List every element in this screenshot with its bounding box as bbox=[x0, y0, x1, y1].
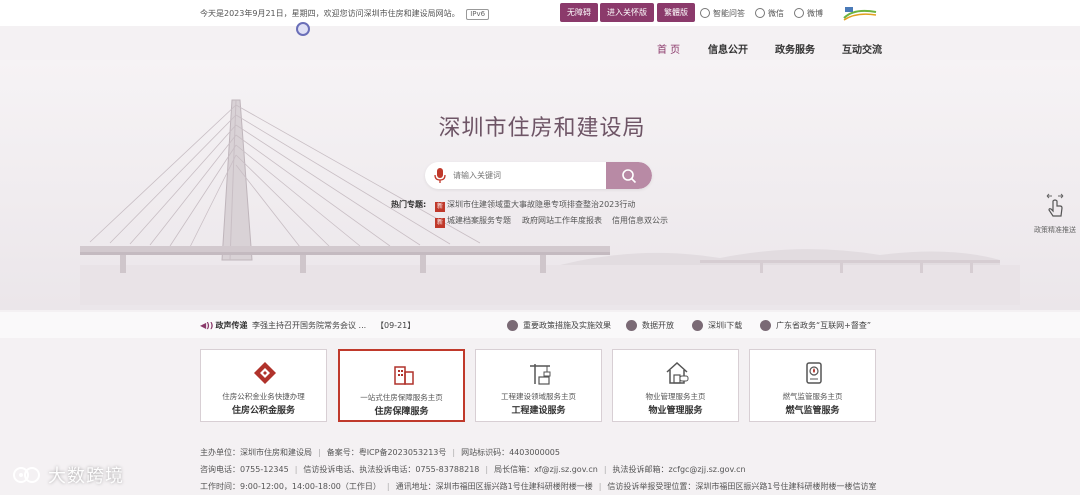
weibo-icon bbox=[794, 8, 804, 18]
card-subtitle: 燃气监管服务主页 bbox=[782, 392, 843, 401]
footer-icp[interactable]: 备案号：粤ICP备2023053213号 bbox=[327, 448, 447, 457]
card-title: 住房保障服务 bbox=[374, 407, 429, 417]
card-subtitle: 工程建设领域服务主页 bbox=[501, 392, 576, 401]
watermark: 大数跨境 bbox=[12, 462, 124, 488]
footer-line-1: 主办单位：深圳市住房和建设局 | 备案号：粤ICP备2023053213号 | 网站标识… bbox=[200, 448, 560, 457]
new-tag-icon: 新 bbox=[435, 218, 445, 228]
microphone-icon[interactable] bbox=[433, 167, 447, 184]
quick-link-label: 重要政策措施及实施效果 bbox=[523, 321, 611, 330]
page: 今天是2023年9月21日，星期四，欢迎您访问深圳市住房和建设局网站。 IPv6… bbox=[0, 0, 1080, 495]
policy-push-label: 政策精准推送 bbox=[1034, 226, 1076, 234]
card-title: 物业管理服务 bbox=[648, 406, 703, 416]
footer-hotline: 咨询电话：0755-12345 bbox=[200, 465, 289, 474]
footer-host: 主办单位：深圳市住房和建设局 bbox=[200, 448, 312, 457]
watermark-text: 大数跨境 bbox=[48, 466, 124, 487]
megaphone-icon: ◀)) bbox=[200, 321, 214, 330]
welcome-message: 今天是2023年9月21日，星期四，欢迎您访问深圳市住房和建设局网站。 bbox=[200, 9, 460, 18]
footer-hours: 工作时间：9:00-12:00，14:00-18:00（工作日） bbox=[200, 482, 381, 491]
wechat-label: 微信 bbox=[768, 9, 784, 18]
crane-icon bbox=[530, 364, 551, 385]
care-mode-button[interactable]: 进入关怀版 bbox=[600, 3, 654, 22]
hot-topic-link[interactable]: 新城建档案服务专题 bbox=[435, 215, 511, 228]
footer-director-mailbox[interactable]: 局长信箱：xf@zjj.sz.gov.cn bbox=[494, 465, 598, 474]
hand-pointer-icon bbox=[1046, 193, 1064, 217]
quick-link-policies[interactable]: 重要政策措施及实施效果 bbox=[507, 320, 611, 331]
diamond-logo-icon bbox=[254, 362, 276, 384]
card-subtitle: 物业管理服务主页 bbox=[645, 392, 706, 401]
footer-site-id: 网站标识码：4403000005 bbox=[461, 448, 560, 457]
search-input[interactable] bbox=[453, 162, 603, 189]
hot-topic-label: 城建档案服务专题 bbox=[447, 216, 511, 225]
weibo-link[interactable]: 微博 bbox=[794, 8, 823, 19]
nav-interaction[interactable]: 互动交流 bbox=[842, 41, 882, 56]
card-subtitle: 住房公积金业务快捷办理 bbox=[222, 392, 305, 401]
quick-link-supervision[interactable]: 广东省政务“互联网+督查” bbox=[760, 320, 871, 331]
traditional-chinese-button[interactable]: 繁體版 bbox=[657, 3, 695, 22]
service-card-housing-fund[interactable]: 住房公积金业务快捷办理 住房公积金服务 bbox=[200, 349, 327, 422]
footer-petition-location: 信访投诉举报受理位置：深圳市福田区振兴路1号住建科研楼附楼一楼信访室 bbox=[607, 482, 877, 491]
card-title: 燃气监管服务 bbox=[785, 406, 840, 416]
footer-address: 通讯地址：深圳市福田区振兴路1号住建科研楼附楼一楼 bbox=[395, 482, 593, 491]
news-date: 【09-21】 bbox=[376, 321, 416, 330]
hot-topic-link[interactable]: 政府网站工作年度报表 bbox=[522, 215, 602, 226]
building-icon bbox=[394, 366, 414, 385]
card-title: 工程建设服务 bbox=[511, 406, 566, 416]
gas-meter-icon bbox=[806, 362, 822, 384]
quick-link-label: 数据开放 bbox=[642, 321, 674, 330]
quick-link-open-data[interactable]: 数据开放 bbox=[626, 320, 674, 331]
ipv6-badge: IPv6 bbox=[466, 9, 490, 20]
smart-qa-label: 智能问答 bbox=[713, 9, 745, 18]
hot-topic-label: 深圳市住建领域重大事故隐患专项排查整治2023行动 bbox=[447, 200, 636, 209]
service-card-housing-security[interactable]: 一站式住房保障服务主页 住房保障服务 bbox=[338, 349, 465, 422]
nav-home[interactable]: 首 页 bbox=[657, 41, 680, 56]
nav-government-services[interactable]: 政务服务 bbox=[775, 41, 815, 56]
hot-topics-label: 热门专题: bbox=[391, 200, 427, 209]
footer-complaint-email[interactable]: 执法投诉邮箱：zcfgc@zjj.sz.gov.cn bbox=[613, 465, 746, 474]
top-bar: 今天是2023年9月21日，星期四，欢迎您访问深圳市住房和建设局网站。 IPv6… bbox=[0, 0, 1080, 26]
footer-line-2: 咨询电话：0755-12345 | 信访投诉电话、执法投诉电话：0755-83788… bbox=[200, 465, 746, 474]
new-tag-icon: 新 bbox=[435, 202, 445, 212]
accessibility-button[interactable]: 无障碍 bbox=[560, 3, 598, 22]
search-button[interactable] bbox=[606, 162, 652, 189]
data-icon bbox=[626, 320, 637, 331]
service-card-gas[interactable]: 燃气监管服务主页 燃气监管服务 bbox=[749, 349, 876, 422]
house-icon bbox=[666, 361, 689, 384]
wechat-link[interactable]: 微信 bbox=[755, 8, 784, 19]
news-label-text: 政声传递 bbox=[215, 321, 248, 330]
book-icon bbox=[507, 320, 518, 331]
quick-link-download[interactable]: 深圳i下载 bbox=[692, 320, 742, 331]
news-headline-link[interactable]: 李强主持召开国务院常务会议 ... bbox=[252, 320, 366, 331]
service-card-property[interactable]: 物业管理服务主页 物业管理服务 bbox=[612, 349, 739, 422]
footer-complaint-phone: 信访投诉电话、执法投诉电话：0755-83788218 bbox=[303, 465, 480, 474]
search-box bbox=[425, 162, 652, 189]
policy-push-widget[interactable]: 政策精准推送 bbox=[1030, 193, 1080, 235]
site-title: 深圳市住房和建设局 bbox=[438, 116, 646, 141]
news-label: ◀)) 政声传递 bbox=[200, 320, 247, 331]
hot-topic-link[interactable]: 信用信息双公示 bbox=[612, 215, 668, 226]
government-icon bbox=[760, 320, 771, 331]
search-icon bbox=[622, 169, 637, 184]
footer-line-3: 工作时间：9:00-12:00，14:00-18:00（工作日） | 通讯地址：深圳… bbox=[200, 482, 877, 491]
government-emblem-icon bbox=[296, 22, 310, 36]
nav-info-disclosure[interactable]: 信息公开 bbox=[708, 41, 748, 56]
wechat-icon bbox=[755, 8, 765, 18]
welcome-text: 今天是2023年9月21日，星期四，欢迎您访问深圳市住房和建设局网站。 IPv6 bbox=[200, 8, 490, 20]
quick-link-label: 广东省政务“互联网+督查” bbox=[776, 321, 871, 330]
smart-qa-link[interactable]: 智能问答 bbox=[700, 8, 745, 19]
weibo-label: 微博 bbox=[807, 9, 823, 18]
chat-bot-icon bbox=[700, 8, 710, 18]
quick-link-label: 深圳i下载 bbox=[708, 321, 743, 330]
brand-logo-icon bbox=[843, 7, 877, 21]
card-title: 住房公积金服务 bbox=[231, 406, 295, 416]
card-subtitle: 一站式住房保障服务主页 bbox=[360, 393, 443, 402]
service-card-construction[interactable]: 工程建设领域服务主页 工程建设服务 bbox=[475, 349, 602, 422]
watermark-logo-icon bbox=[13, 467, 40, 483]
hot-topic-link[interactable]: 新深圳市住建领域重大事故隐患专项排查整治2023行动 bbox=[435, 199, 635, 212]
download-icon bbox=[692, 320, 703, 331]
